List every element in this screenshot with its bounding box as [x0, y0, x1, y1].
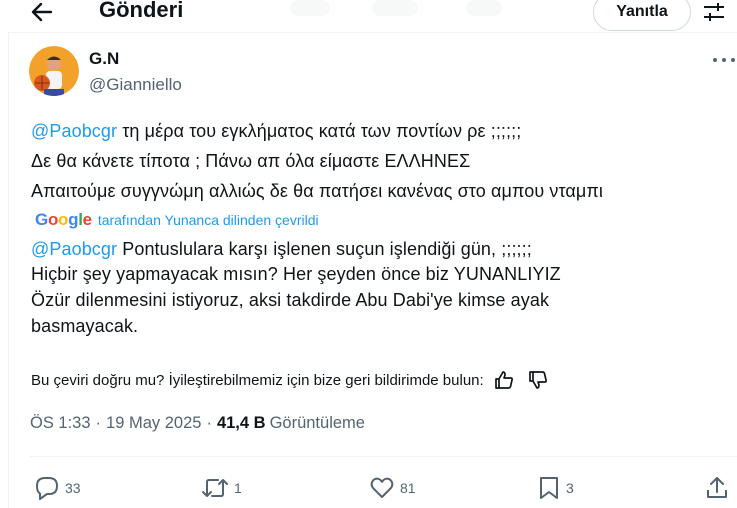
like-action[interactable]: 81 [369, 474, 416, 502]
faded-header-item [290, 0, 330, 16]
back-button[interactable] [28, 0, 56, 24]
views-label: Görüntüleme [269, 414, 365, 432]
tweet-time[interactable]: ÖS 1:33 [30, 414, 91, 433]
share-icon [707, 477, 727, 498]
more-dot [731, 58, 735, 62]
views-count: 41,4 B [216, 414, 266, 432]
translation-attribution: Google tarafından Yunanca dilinden çevri… [35, 210, 319, 230]
tweet-meta: ÖS 1:33 · 19 May 2025 · 41,4 B Görüntüle… [30, 414, 365, 433]
more-dot [722, 58, 726, 62]
bookmark-action[interactable]: 3 [537, 474, 574, 502]
translated-text-segment: Pontuslulara karşı işlenen suçun işlendi… [117, 239, 532, 259]
tweet-date[interactable]: 19 May 2025 [106, 414, 201, 433]
repost-count: 1 [234, 480, 242, 496]
author-handle[interactable]: @Gianniello [89, 75, 182, 95]
sliders-icon [704, 3, 724, 21]
translated-text-line-4: basmayacak. [31, 316, 139, 336]
feedback-text: Bu çeviri doğru mu? İyileştirebilmemiz i… [31, 371, 484, 389]
translation-label[interactable]: tarafından Yunanca dilinden çevrildi [98, 212, 319, 228]
avatar[interactable] [29, 46, 79, 96]
header-divider [8, 32, 737, 33]
mention-link[interactable]: @Paobcgr [31, 121, 117, 141]
more-options-button[interactable] [713, 54, 735, 66]
translated-text-line-3: Özür dilenmesini istiyoruz, aksi takdird… [31, 290, 550, 310]
faded-header-item [466, 0, 502, 16]
like-count: 81 [400, 480, 416, 496]
meta-separator: · [206, 414, 212, 432]
bookmark-count: 3 [566, 480, 574, 496]
original-text-line-2: Δε θα κάνετε τίποτα ; Πάνω απ όλα είμαστ… [31, 151, 471, 171]
speech-bubble-icon [36, 477, 58, 500]
translated-text-line-1: @Paobcgr Pontuslulara karşı işlenen suçu… [31, 239, 532, 260]
faded-header-item [372, 0, 418, 16]
settings-button[interactable] [702, 1, 726, 23]
page-title: Gönderi [99, 0, 184, 22]
translated-text-line-2: Hiçbir şey yapmayacak mısın? Her şeyden … [31, 264, 561, 284]
original-text-segment: τη μέρα του εγκλήματος κατά των ποντίων … [117, 121, 522, 141]
share-action[interactable] [705, 474, 729, 502]
reply-button[interactable]: Yanıtla [593, 0, 691, 31]
mention-link[interactable]: @Paobcgr [31, 239, 117, 259]
top-bar: Gönderi Yanıtla [0, 0, 737, 31]
original-text-line-3: Απαιτούμε συγγνώμη αλλιώς δε θα πατήσει … [31, 181, 604, 201]
repost-icon [202, 479, 228, 497]
thumbs-up-button[interactable] [492, 369, 516, 391]
thumbs-up-icon [494, 371, 513, 389]
bookmark-icon [540, 477, 558, 499]
meta-separator: · [95, 414, 102, 432]
heart-icon [370, 477, 394, 498]
author-display-name[interactable]: G.N [89, 49, 119, 69]
arrow-left-icon [31, 2, 53, 22]
repost-action[interactable]: 1 [201, 474, 242, 502]
more-horizontal-icon [713, 58, 717, 62]
thumbs-down-button[interactable] [526, 369, 550, 391]
translation-feedback: Bu çeviri doğru mu? İyileştirebilmemiz i… [31, 369, 550, 391]
thumbs-down-icon [528, 371, 547, 389]
column-border [8, 32, 9, 508]
reply-count: 33 [65, 480, 81, 496]
reply-action[interactable]: 33 [34, 474, 81, 502]
google-logo: Google [35, 210, 92, 229]
meta-divider [30, 456, 737, 457]
original-text-line-1: @Paobcgr τη μέρα του εγκλήματος κατά των… [31, 121, 521, 142]
